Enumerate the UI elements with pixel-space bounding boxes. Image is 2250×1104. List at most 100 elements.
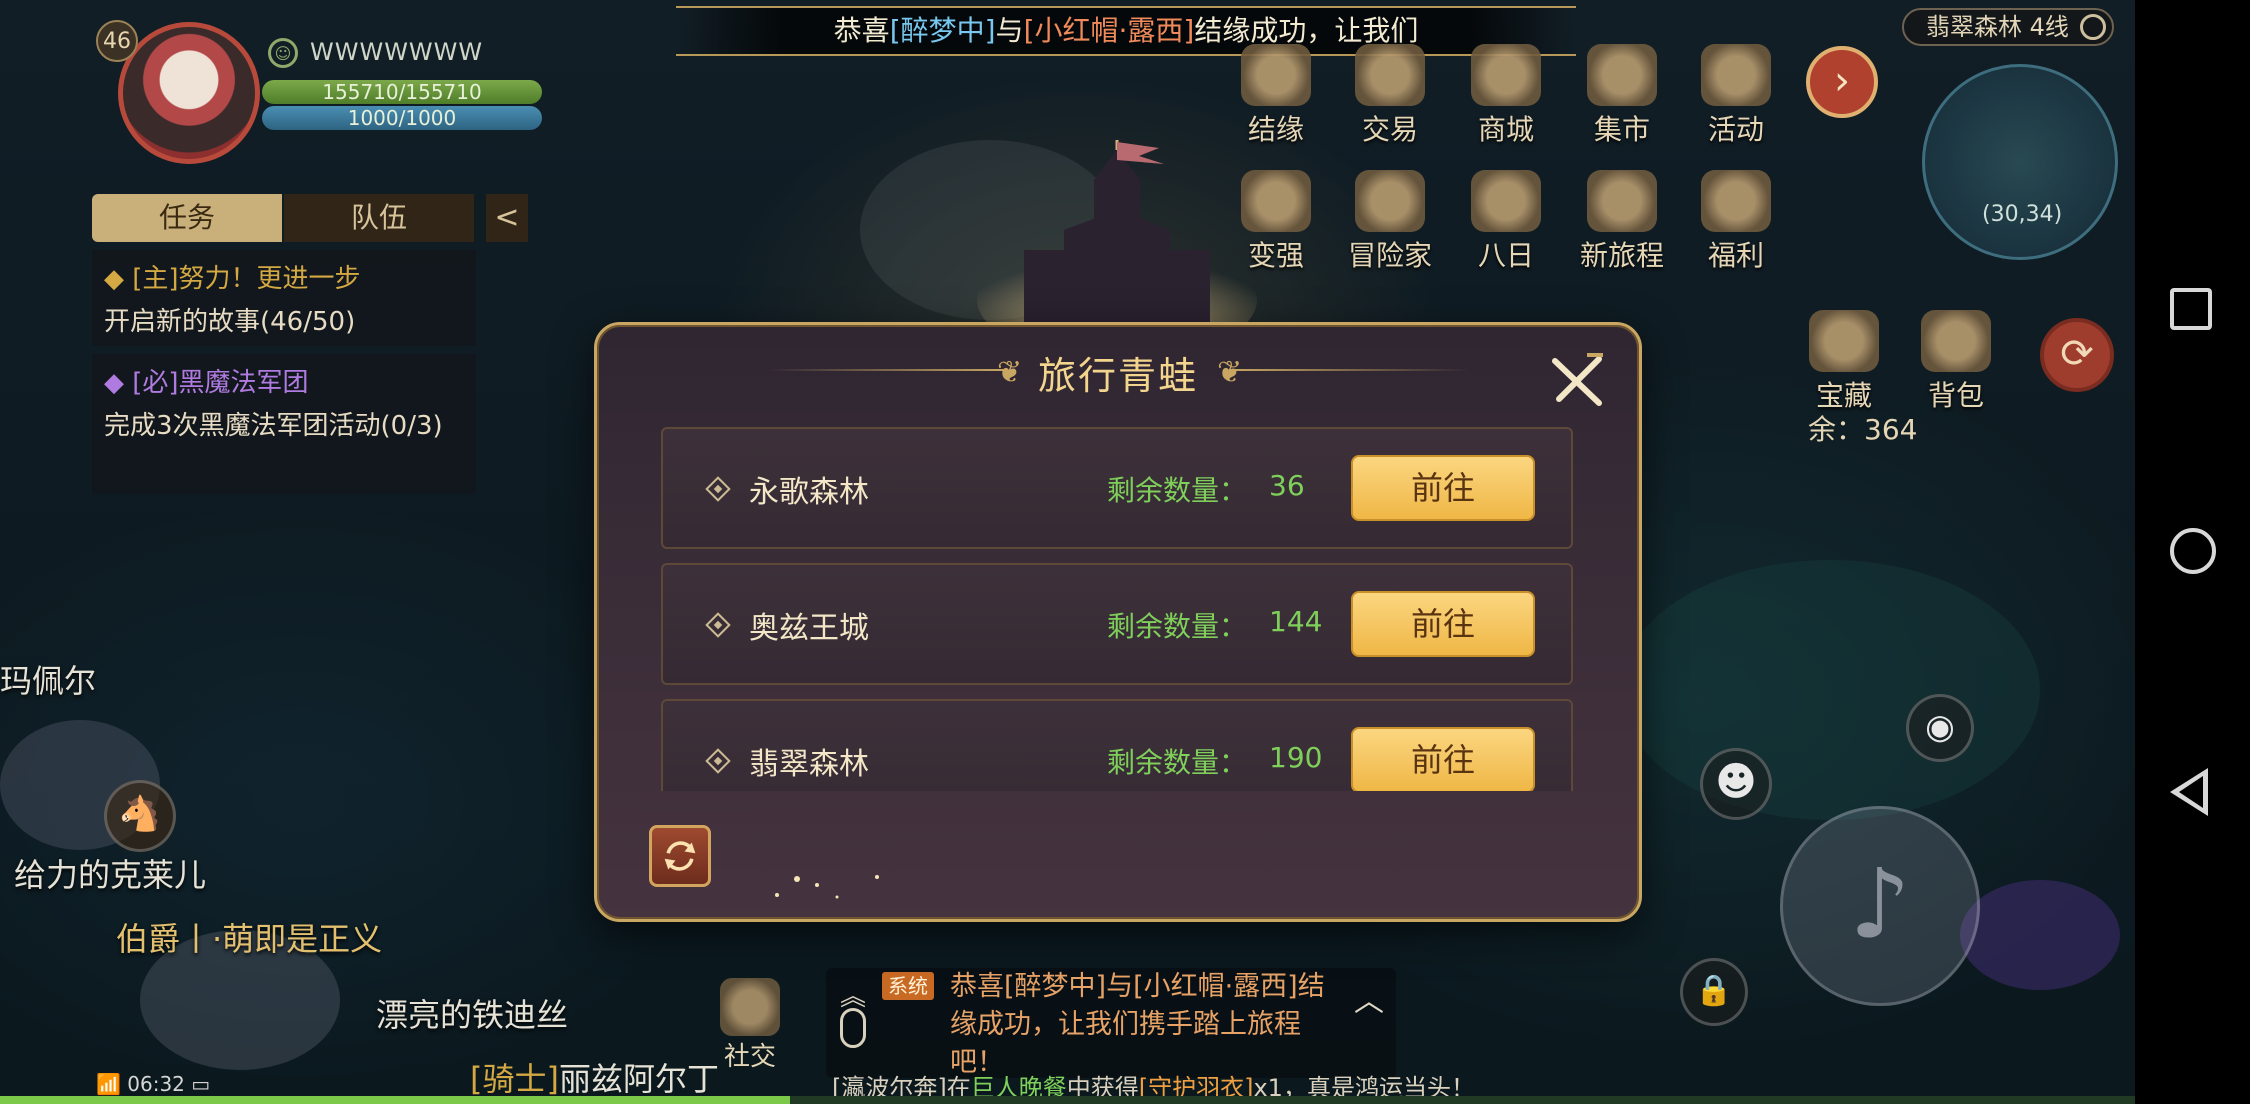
banner-text: 恭喜 [833, 14, 890, 47]
func-label: 背包 [1927, 379, 1984, 412]
map-coordinates: (30,34) [1982, 202, 2063, 227]
chat-message: 恭喜[醉梦中]与[小红帽·露西]结缘成功，让我们携手踏上旅程吧！ [950, 971, 1325, 1078]
channel-selector[interactable]: 翡翠森林 4线 [1902, 8, 2114, 46]
player-character-name[interactable]: [骑士]丽兹阿尔丁 [470, 1054, 719, 1100]
player-avatar[interactable] [118, 22, 260, 164]
func-treasure[interactable]: 宝藏 [1794, 310, 1894, 414]
clock: 📶 06:32 ▭ [96, 1072, 211, 1096]
expand-menu-button[interactable]: › [1806, 46, 1878, 118]
emoji-icon[interactable]: ☻ [1700, 748, 1772, 820]
experience-bar [0, 1096, 2135, 1104]
dialog-title: 旅行青蛙 [1037, 354, 1198, 398]
func-label: 八日 [1477, 239, 1534, 272]
travel-frog-dialog: ❦ ❦ 旅行青蛙 永歌森林 剩余数量： 36 前往 奥兹王城 剩余数量： 144… [594, 322, 1642, 922]
func-market[interactable]: 集市 [1572, 44, 1672, 148]
sparkle-decoration [775, 875, 879, 899]
refresh-icon [2080, 14, 2106, 40]
npc-name[interactable]: 漂亮的铁迪丝 [376, 990, 568, 1036]
go-button[interactable]: 前往 [1351, 455, 1535, 521]
npc-name[interactable]: 伯爵丨·萌即是正义 [116, 914, 382, 960]
chat-expand-icon[interactable]: ︿ [1354, 976, 1384, 1020]
destination-name: 翡翠森林 [749, 747, 869, 782]
hat-icon [1355, 170, 1425, 232]
banner-player-2: [小红帽·露西] [1023, 14, 1195, 47]
quest-desc: 完成3次黑魔法军团活动(0/3) [104, 411, 443, 441]
experience-fill [0, 1096, 790, 1104]
func-label: 交易 [1361, 113, 1418, 146]
skill-harp-button[interactable]: ♪ [1780, 806, 1980, 1006]
player-level: 46 [96, 20, 138, 62]
quest-item-main[interactable]: ◆ [主]努力！更进一步 开启新的故事(46/50) [92, 250, 476, 346]
player-name: WWWWWWW [310, 38, 484, 66]
microphone-icon[interactable] [840, 1008, 866, 1048]
hp-bar: 155710/155710 [262, 80, 542, 104]
social-button[interactable]: 社交 [718, 978, 782, 1073]
func-events[interactable]: 活动 [1686, 44, 1786, 148]
chat-box[interactable]: ︽ 系统 恭喜[醉梦中]与[小红帽·露西]结缘成功，让我们携手踏上旅程吧！ ︿ [826, 968, 1396, 1078]
recent-apps-button[interactable] [2170, 288, 2212, 330]
minimap[interactable] [1922, 64, 2118, 260]
func-adventurer[interactable]: 冒险家 [1340, 170, 1440, 274]
heart-icon [1241, 44, 1311, 106]
clock-time: 06:32 [127, 1072, 185, 1096]
func-marriage[interactable]: 结缘 [1226, 44, 1326, 148]
func-label: 新旅程 [1579, 239, 1664, 272]
func-trade[interactable]: 交易 [1340, 44, 1440, 148]
tab-team[interactable]: 队伍 [284, 194, 474, 242]
remaining-count: 144 [1269, 605, 1323, 638]
camera-icon[interactable]: ◉ [1906, 694, 1974, 762]
system-announcement-banner: 恭喜[醉梦中]与[小红帽·露西]结缘成功，让我们 [676, 6, 1576, 56]
diamond-icon [705, 748, 731, 774]
close-icon[interactable] [1543, 347, 1611, 415]
quest-title: ◆ [必]黑魔法军团 [104, 368, 309, 398]
home-button[interactable] [2170, 528, 2216, 574]
quest-item-required[interactable]: ◆ [必]黑魔法军团 完成3次黑魔法军团活动(0/3) [92, 354, 476, 494]
banner-text: 与 [995, 14, 1024, 47]
func-label: 活动 [1707, 113, 1764, 146]
func-new-journey[interactable]: 新旅程 [1572, 170, 1672, 274]
mp-bar: 1000/1000 [262, 106, 542, 130]
func-backpack[interactable]: 背包 [1906, 310, 2006, 414]
pet-icon[interactable]: 🐴 [104, 780, 176, 852]
backpack-icon [1921, 310, 1991, 372]
guild-icon: ☺ [268, 38, 298, 68]
remaining-count: 36 [1269, 469, 1305, 502]
go-button[interactable]: 前往 [1351, 591, 1535, 657]
func-shop[interactable]: 商城 [1456, 44, 1556, 148]
npc-name[interactable]: 玛佩尔 [0, 656, 96, 702]
remaining-count: 190 [1269, 741, 1323, 774]
func-label: 冒险家 [1347, 239, 1432, 272]
func-eight-days[interactable]: 八日 [1456, 170, 1556, 274]
social-icon [720, 978, 780, 1036]
chat-channel-tag: 系统 [882, 972, 934, 1000]
func-label: 集市 [1593, 113, 1650, 146]
destination-row: 永歌森林 剩余数量： 36 前往 [661, 427, 1573, 549]
remaining-label: 剩余数量： [1107, 610, 1248, 643]
basket-icon [1587, 170, 1657, 232]
banner-player-1: [醉梦中] [889, 14, 996, 47]
npc-name[interactable]: 给力的克莱儿 [14, 850, 206, 896]
remaining-label: 剩余数量： [1107, 746, 1248, 779]
shop-icon [1471, 44, 1541, 106]
back-button[interactable] [2170, 768, 2208, 816]
treasure-map-icon [1809, 310, 1879, 372]
name-text: 丽兹阿尔丁 [558, 1060, 719, 1098]
android-navigation-bar [2135, 0, 2250, 1104]
refresh-list-button[interactable] [649, 825, 711, 887]
destination-name: 永歌森林 [749, 475, 869, 510]
castle-ornament [977, 140, 1257, 328]
diamond-icon [705, 612, 731, 638]
lock-icon[interactable]: 🔒 [1680, 958, 1748, 1026]
collapse-panel-button[interactable]: < [486, 194, 528, 242]
quest-title: ◆ [主]努力！更进一步 [104, 264, 361, 294]
quest-desc: 开启新的故事(46/50) [104, 307, 356, 337]
switch-target-button[interactable]: ⟳ [2040, 318, 2114, 392]
destination-list[interactable]: 永歌森林 剩余数量： 36 前往 奥兹王城 剩余数量： 144 前往 翡翠森林 … [661, 427, 1573, 791]
func-welfare[interactable]: 福利 [1686, 170, 1786, 274]
name-title-tag: [骑士] [470, 1060, 559, 1098]
scale-icon [1355, 44, 1425, 106]
tab-quest[interactable]: 任务 [92, 194, 282, 242]
func-label: 商城 [1477, 113, 1534, 146]
go-button[interactable]: 前往 [1351, 727, 1535, 791]
market-icon [1587, 44, 1657, 106]
